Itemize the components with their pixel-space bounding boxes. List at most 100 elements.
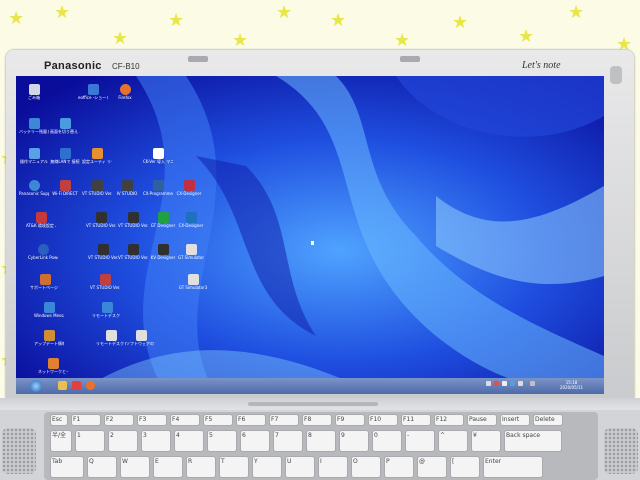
desktop-icon[interactable]: VT STUDIO Ver.6: [118, 244, 148, 260]
start-button[interactable]: [30, 380, 42, 392]
desktop-icon[interactable]: バッテリー残量と 表示: [19, 118, 49, 134]
desktop-icon[interactable]: Firefox: [110, 84, 140, 100]
keyboard-key[interactable]: 6: [240, 430, 270, 452]
manual-icon: [28, 148, 40, 159]
keyboard-key[interactable]: Tab: [50, 456, 84, 478]
tray-icon[interactable]: [530, 381, 535, 386]
keyboard-key[interactable]: F9: [335, 414, 365, 426]
keyboard-key[interactable]: F4: [170, 414, 200, 426]
star-icon: ★: [330, 10, 347, 31]
keyboard-key[interactable]: F7: [269, 414, 299, 426]
keyboard-key[interactable]: Delete: [533, 414, 563, 426]
keyboard-key[interactable]: T: [219, 456, 249, 478]
desktop-icon[interactable]: リモートデスク トップ: [92, 302, 122, 318]
keyboard-key[interactable]: 8: [306, 430, 336, 452]
desktop-icon[interactable]: アップデート情報 バックアップ: [34, 330, 64, 346]
keyboard-key[interactable]: Back space: [504, 430, 562, 452]
keyboard-key[interactable]: F11: [401, 414, 431, 426]
desktop-icon[interactable]: CyberLink PowerDVD: [28, 244, 58, 260]
keyboard-key[interactable]: Insert: [500, 414, 530, 426]
network-icon: [47, 358, 59, 369]
keyboard-key[interactable]: Esc: [50, 414, 68, 426]
desktop-icon[interactable]: VT STUDIO Ver.X: [82, 180, 112, 196]
desktop-icon[interactable]: VT STUDIO Ver.7: [118, 212, 148, 228]
desktop-icon[interactable]: AT&K 環境設定 バックアップ: [26, 212, 56, 228]
desktop-icon[interactable]: 画面を切り替え る: [50, 118, 80, 134]
keyboard-key[interactable]: 3: [141, 430, 171, 452]
lid-latch: [400, 56, 420, 62]
keyboard-key[interactable]: @: [417, 456, 447, 478]
keyboard-key[interactable]: W: [120, 456, 150, 478]
keyboard-key[interactable]: F2: [104, 414, 134, 426]
keyboard-key[interactable]: U: [285, 456, 315, 478]
keyboard-key[interactable]: ^: [438, 430, 468, 452]
keyboard-key[interactable]: F10: [368, 414, 398, 426]
desktop-icon[interactable]: ごみ箱: [19, 84, 49, 100]
keyboard-key[interactable]: Y: [252, 456, 282, 478]
keyboard-key[interactable]: F1: [71, 414, 101, 426]
desktop-icon[interactable]: VT STUDIO Ver.5: [88, 244, 118, 260]
keyboard-key[interactable]: 5: [207, 430, 237, 452]
tray-icon[interactable]: [486, 381, 491, 386]
desktop-icon[interactable]: GT Simulator3: [178, 274, 208, 290]
explorer-taskbar-icon[interactable]: [58, 381, 67, 390]
taskbar-clock[interactable]: 15:18 2020/05/11: [560, 380, 583, 390]
desktop-icon[interactable]: CK-Ver 導入 マニュアル: [143, 148, 173, 164]
desktop-icon[interactable]: CX-Designer: [176, 212, 206, 228]
keyboard-key[interactable]: E: [153, 456, 183, 478]
keyboard-key[interactable]: F12: [434, 414, 464, 426]
desktop-icon[interactable]: KV Designer: [148, 244, 178, 260]
keyboard-key[interactable]: 0: [372, 430, 402, 452]
taskbar: [16, 378, 604, 394]
desktop-icon[interactable]: CX-Designer: [174, 180, 204, 196]
tray-icon[interactable]: [510, 381, 515, 386]
keyboard-key[interactable]: F8: [302, 414, 332, 426]
keyboard-key[interactable]: P: [384, 456, 414, 478]
tray-icon[interactable]: [502, 381, 507, 386]
settings-icon: [91, 148, 103, 159]
desktop-icon[interactable]: 設定ユーティ リティ: [82, 148, 112, 164]
keyboard-key[interactable]: 半/全: [50, 430, 72, 452]
tray-icon[interactable]: [494, 381, 499, 386]
keyboard-key[interactable]: F6: [236, 414, 266, 426]
firefox-taskbar-icon[interactable]: [86, 381, 95, 390]
desktop-icon[interactable]: 操作マニュアル: [19, 148, 49, 164]
keyboard-key[interactable]: 7: [273, 430, 303, 452]
doc-icon: [152, 148, 164, 159]
keyboard-key[interactable]: Enter: [483, 456, 543, 478]
keyboard-key[interactable]: [: [450, 456, 480, 478]
media-taskbar-icon[interactable]: [72, 381, 81, 390]
keyboard-key[interactable]: Pause: [467, 414, 497, 426]
keyboard-key[interactable]: 2: [108, 430, 138, 452]
keyboard-key[interactable]: R: [186, 456, 216, 478]
keyboard-key[interactable]: Q: [87, 456, 117, 478]
desktop-icon[interactable]: Windows Message Center: [34, 302, 64, 318]
keyboard-key[interactable]: F5: [203, 414, 233, 426]
desktop-icon[interactable]: GT Designer: [148, 212, 178, 228]
keyboard-key[interactable]: 9: [339, 430, 369, 452]
keyboard-key[interactable]: -: [405, 430, 435, 452]
desktop-icon[interactable]: Panasonic Support: [19, 180, 49, 196]
desktop-icon[interactable]: CX-Programmer: [143, 180, 173, 196]
desktop-icon[interactable]: GT Simulator: [176, 244, 206, 260]
tray-icon[interactable]: [518, 381, 523, 386]
desktop-icon[interactable]: IV STUDIO: [112, 180, 142, 196]
keyboard-key[interactable]: F3: [137, 414, 167, 426]
desktop-icon[interactable]: リモートデスクトップ 接続: [96, 330, 126, 346]
desktop-icon[interactable]: 無線LANで 接続: [50, 148, 80, 164]
desktop-screen: [16, 76, 604, 394]
desktop-icon[interactable]: VT STUDIO Ver.4: [90, 274, 120, 290]
desktop-icon[interactable]: VT STUDIO Ver.3: [86, 212, 116, 228]
desktop-icon[interactable]: Wi-Fi DIRECT: [50, 180, 80, 196]
software-update-icon: [135, 330, 147, 341]
desktop-icon[interactable]: ネットワークとイン ターネット: [38, 358, 68, 374]
desktop-icon[interactable]: ソフトウェアの アップデート: [126, 330, 156, 346]
keyboard-key[interactable]: O: [351, 456, 381, 478]
keyboard-key[interactable]: 4: [174, 430, 204, 452]
keyboard-key[interactable]: I: [318, 456, 348, 478]
keyboard-key[interactable]: 1: [75, 430, 105, 452]
desktop-icon[interactable]: サポートページ アップ: [30, 274, 60, 290]
clock-date: 2020/05/11: [560, 385, 584, 390]
keyboard-key[interactable]: ¥: [471, 430, 501, 452]
desktop-icon[interactable]: eoffice -ショート カット: [78, 84, 108, 100]
